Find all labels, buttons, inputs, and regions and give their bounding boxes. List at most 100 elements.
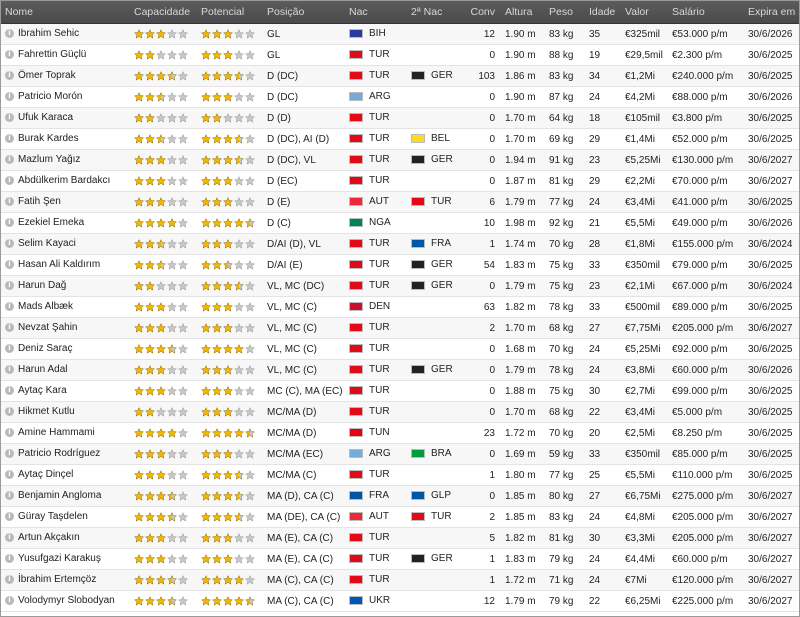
player-name-cell[interactable]: i Aytaç Kara [1, 380, 130, 402]
table-row[interactable]: i Abdülkerim Bardakcı D (EC) TUR 0 1.87 m 81 k… [1, 170, 799, 192]
info-icon[interactable]: i [5, 71, 14, 81]
table-row[interactable]: i İbrahim Ertemçöz MA (C), CA (C) TUR 1 1.72 … [1, 569, 799, 591]
info-icon[interactable]: i [5, 176, 14, 186]
player-name-cell[interactable]: i Amine Hammami [1, 422, 130, 444]
player-name-cell[interactable]: i Aytaç Dinçel [1, 464, 130, 486]
player-name-cell[interactable]: i Deniz Saraç [1, 338, 130, 360]
player-name[interactable]: Yusufgazi Karakuş [18, 553, 101, 564]
info-icon[interactable]: i [5, 386, 14, 396]
info-icon[interactable]: i [5, 281, 14, 291]
header-idade[interactable]: Idade [585, 1, 621, 24]
table-row[interactable]: i Aytaç Kara MC (C), MA (EC) TUR 0 1.88 m 75 k… [1, 380, 799, 402]
player-name[interactable]: Aytaç Dinçel [18, 469, 73, 480]
info-icon[interactable]: i [5, 470, 14, 480]
header-altura[interactable]: Altura [501, 1, 545, 24]
player-name[interactable]: Güray Taşdelen [18, 511, 88, 522]
table-row[interactable]: i Aytaç Dinçel MC/MA (C) TUR 1 1.80 m 77 kg 25 €… [1, 464, 799, 486]
table-row[interactable]: i Harun Dağ VL, MC (DC) TUR GER 0 1.79 m 75 kg 2… [1, 275, 799, 297]
table-row[interactable]: i Harun Adal VL, MC (C) TUR GER 0 1.79 m 78 kg 2… [1, 359, 799, 381]
player-name[interactable]: Patricio Rodríguez [18, 448, 100, 459]
player-name[interactable]: Volodymyr Slobodyan [18, 595, 115, 606]
info-icon[interactable]: i [5, 50, 14, 60]
header-expira[interactable]: Expira em [744, 1, 799, 24]
info-icon[interactable]: i [5, 155, 14, 165]
table-row[interactable]: i Fatih Şen D (E) AUT TUR 6 1.79 m 77 kg 24 €3,4M… [1, 191, 799, 213]
header-conv[interactable]: Conv [453, 1, 501, 24]
table-row[interactable]: i Güray Taşdelen MA (DE), CA (C) AUT TUR 2 1.8… [1, 506, 799, 528]
player-name[interactable]: Selim Kayaci [18, 238, 76, 249]
table-row[interactable]: i Volodymyr Slobodyan MA (C), CA (C) UKR 12 1… [1, 590, 799, 612]
info-icon[interactable]: i [5, 113, 14, 123]
player-name-cell[interactable]: i Ezekiel Emeka [1, 212, 130, 234]
player-name[interactable]: Aytaç Kara [18, 385, 67, 396]
table-row[interactable]: i Fahrettin Güçlü GL TUR 0 1.90 m 88 kg 19 €29,5… [1, 44, 799, 66]
header-posicao[interactable]: Posição [263, 1, 345, 24]
info-icon[interactable]: i [5, 239, 14, 249]
player-name-cell[interactable]: i Volodymyr Slobodyan [1, 590, 130, 612]
player-name[interactable]: Patricio Morón [18, 91, 82, 102]
player-name[interactable]: Hasan Ali Kaldırım [18, 259, 100, 270]
player-name[interactable]: Ufuk Karaca [18, 112, 73, 123]
info-icon[interactable]: i [5, 92, 14, 102]
player-name[interactable]: Ezekiel Emeka [18, 217, 84, 228]
player-name-cell[interactable]: i Hikmet Kutlu [1, 401, 130, 423]
table-row[interactable]: i Yusufgazi Karakuş MA (E), CA (C) TUR GER 1 1… [1, 548, 799, 570]
header-salario[interactable]: Salário [668, 1, 744, 24]
table-row[interactable]: i Ibrahim Sehic GL BIH 12 1.90 m 83 kg 35 €325mi… [1, 23, 799, 45]
info-icon[interactable]: i [5, 134, 14, 144]
header-potencial[interactable]: Potencial [197, 1, 263, 24]
info-icon[interactable]: i [5, 428, 14, 438]
player-name-cell[interactable]: i Selim Kayaci [1, 233, 130, 255]
info-icon[interactable]: i [5, 365, 14, 375]
info-icon[interactable]: i [5, 449, 14, 459]
player-name-cell[interactable]: i İbrahim Ertemçöz [1, 569, 130, 591]
player-name-cell[interactable]: i Hasan Ali Kaldırım [1, 254, 130, 276]
player-name-cell[interactable]: i Harun Dağ [1, 275, 130, 297]
player-name-cell[interactable]: i Güray Taşdelen [1, 506, 130, 528]
player-name-cell[interactable]: i Artun Akçakın [1, 527, 130, 549]
info-icon[interactable]: i [5, 260, 14, 270]
info-icon[interactable]: i [5, 575, 14, 585]
header-nac[interactable]: Nac [345, 1, 407, 24]
player-name[interactable]: Harun Dağ [18, 280, 66, 291]
player-name-cell[interactable]: i Burak Kardes [1, 128, 130, 150]
player-name-cell[interactable]: i Mazlum Yağız [1, 149, 130, 171]
info-icon[interactable]: i [5, 554, 14, 564]
player-name[interactable]: İbrahim Ertemçöz [18, 574, 96, 585]
table-row[interactable]: i Artun Akçakın MA (E), CA (C) TUR 5 1.82 m 81… [1, 527, 799, 549]
table-row[interactable]: i Ezekiel Emeka D (C) NGA 10 1.98 m 92 kg 21 €5,… [1, 212, 799, 234]
player-name-cell[interactable]: i Benjamin Angloma [1, 485, 130, 507]
table-row[interactable]: i Nevzat Şahin VL, MC (C) TUR 2 1.70 m 68 kg 27… [1, 317, 799, 339]
player-name[interactable]: Ibrahim Sehic [18, 28, 79, 39]
table-row[interactable]: i Mads Albæk VL, MC (C) DEN 63 1.82 m 78 kg 33 €… [1, 296, 799, 318]
header-nome[interactable]: Nome [1, 1, 130, 24]
table-row[interactable]: i Amine Hammami MC/MA (D) TUN 23 1.72 m 70 kg 2… [1, 422, 799, 444]
player-name[interactable]: Ömer Toprak [18, 70, 76, 81]
player-name-cell[interactable]: i Fahrettin Güçlü [1, 44, 130, 66]
table-row[interactable]: i Ufuk Karaca D (D) TUR 0 1.70 m 64 kg 18 €105mi… [1, 107, 799, 129]
player-name-cell[interactable]: i Nevzat Şahin [1, 317, 130, 339]
info-icon[interactable]: i [5, 533, 14, 543]
header-capacidade[interactable]: Capacidade [130, 1, 197, 24]
info-icon[interactable]: i [5, 512, 14, 522]
table-row[interactable]: i Ömer Toprak D (DC) TUR GER 103 1.86 m 83 kg 34… [1, 65, 799, 87]
table-row[interactable]: i Deniz Saraç VL, MC (C) TUR 0 1.68 m 70 kg 24 €… [1, 338, 799, 360]
table-row[interactable]: i Hasan Ali Kaldırım D/AI (E) TUR GER 54 1.83 … [1, 254, 799, 276]
info-icon[interactable]: i [5, 596, 14, 606]
header-nac2[interactable]: 2ª Nac [407, 1, 453, 24]
player-name-cell[interactable]: i Patricio Morón [1, 86, 130, 108]
player-name-cell[interactable]: i Ömer Toprak [1, 65, 130, 87]
player-name[interactable]: Mazlum Yağız [18, 154, 80, 165]
player-name[interactable]: Hikmet Kutlu [18, 406, 75, 417]
table-row[interactable]: i Patricio Morón D (DC) ARG 0 1.90 m 87 kg 24 €4… [1, 86, 799, 108]
info-icon[interactable]: i [5, 491, 14, 501]
table-row[interactable]: i Benjamin Angloma MA (D), CA (C) FRA GLP 0 1.… [1, 485, 799, 507]
table-row[interactable]: i Burak Kardes D (DC), AI (D) TUR BEL 0 1.70 m… [1, 128, 799, 150]
header-valor[interactable]: Valor [621, 1, 668, 24]
player-name[interactable]: Harun Adal [18, 364, 67, 375]
player-name-cell[interactable]: i Yusufgazi Karakuş [1, 548, 130, 570]
player-name[interactable]: Fahrettin Güçlü [18, 49, 86, 60]
table-row[interactable]: i Selim Kayaci D/AI (D), VL TUR FRA 1 1.74 m 70… [1, 233, 799, 255]
player-name-cell[interactable]: i Harun Adal [1, 359, 130, 381]
player-name[interactable]: Amine Hammami [18, 427, 95, 438]
